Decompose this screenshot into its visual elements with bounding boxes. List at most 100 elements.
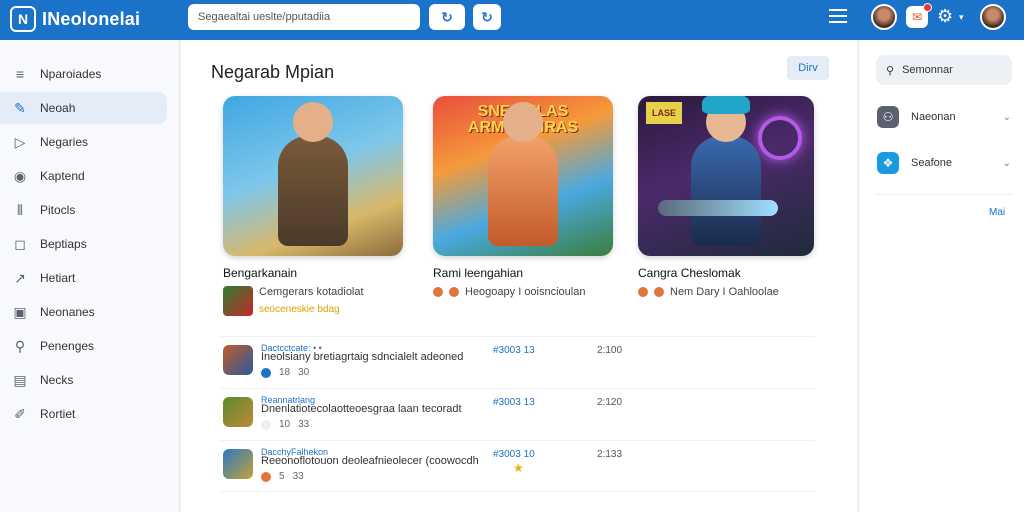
tag-link[interactable]: #3003 13 — [493, 397, 535, 408]
rating-dot-icon — [654, 287, 664, 297]
count-a: 10 — [279, 419, 291, 430]
dropdown-label: Dirv — [798, 62, 818, 74]
rating-dot-icon — [449, 287, 459, 297]
sidebar-item-9[interactable]: ▤ Necks — [0, 364, 167, 396]
card-meta-text: Heogoapy I ooisncioulan — [465, 286, 586, 298]
game-thumbnail — [223, 449, 253, 479]
panel-search-label: Semonnar — [902, 64, 953, 76]
list-item[interactable]: DacchyFalhekon Reeonoflotouon deoleafnie… — [221, 440, 815, 492]
divider — [875, 194, 1013, 195]
chat-bubble-icon: ❖ — [877, 152, 899, 174]
game-card[interactable]: LASE Cangra Cheslomak Nem Dary I Oahlool… — [638, 96, 814, 298]
sidebar-item-label: Pitocls — [40, 203, 76, 217]
search-icon: ⚲ — [14, 337, 26, 354]
avatar[interactable] — [871, 4, 897, 30]
game-card[interactable]: SNESEILAS ARMINEMRAS Rami leengahian Heo… — [433, 96, 613, 298]
dropdown-button[interactable]: Dirv — [787, 56, 829, 80]
game-thumbnail — [223, 397, 253, 427]
sidebar-item-4[interactable]: ⫴ Pitocls — [0, 194, 167, 226]
bars-icon: ⫴ — [17, 201, 23, 218]
card-title: Bengarkanain — [223, 266, 298, 280]
count-b: 30 — [298, 367, 310, 378]
rating-dot-icon — [261, 471, 271, 482]
list-item-meta: 10 33 — [261, 419, 309, 430]
refresh-button[interactable]: ↻ — [429, 4, 465, 30]
chevron-down-icon: ⌄ — [1002, 111, 1011, 123]
timestamp: 2:100 — [597, 345, 623, 356]
sync-button[interactable]: ↻ — [473, 4, 501, 30]
sidebar: ≡ Nparoiades ✎ Neoah ▷ Negaries ◉ Kapten… — [0, 40, 180, 512]
sidebar-item-6[interactable]: ↗ Hetiart — [0, 262, 167, 294]
game-thumbnail — [223, 286, 253, 316]
card-meta: Cemgerars kotadiolat seoceneskie bdag — [223, 286, 403, 316]
card-meta: Heogoapy I ooisncioulan — [433, 286, 613, 298]
logo-mark-icon: N — [10, 6, 36, 32]
sidebar-item-label: Necks — [40, 373, 74, 387]
sidebar-item-10[interactable]: ✐ Rortiet — [0, 398, 167, 430]
gear-icon[interactable]: ⚙ — [937, 6, 953, 27]
list-item-desc: Dnenlatiotecolaotteoesgraa laan tecoradt — [261, 403, 462, 415]
sidebar-item-label: Neonanes — [40, 305, 95, 319]
panel-search-input[interactable]: ⚲ Semonnar — [876, 55, 1012, 85]
list-item[interactable]: Reannatrlang Dnenlatiotecolaotteoesgraa … — [221, 388, 815, 440]
sidebar-item-label: Rortiet — [40, 407, 76, 421]
character-illustration — [278, 102, 348, 246]
user-avatar[interactable] — [980, 4, 1006, 30]
square-icon: ◻ — [14, 235, 26, 252]
count-a: 5 — [279, 471, 285, 482]
circle-icon: ◉ — [13, 167, 27, 184]
rating-dot-icon — [638, 287, 648, 297]
app-logo[interactable]: N INeolonelai — [10, 6, 140, 32]
notification-icon[interactable]: ✉ — [906, 3, 932, 28]
panel-item-label: Naeonan — [911, 111, 956, 123]
list-item[interactable]: Dactcctcate: • • Ineolsiany bretiagrtaig… — [221, 336, 815, 388]
count-b: 33 — [292, 471, 304, 482]
search-value: Segaealtai ueslte/pputadiia — [198, 11, 331, 23]
more-link[interactable]: Mai — [989, 207, 1005, 218]
chat-icon — [261, 419, 271, 430]
game-art-image[interactable] — [223, 96, 403, 256]
game-card[interactable]: Bengarkanain Cemgerars kotadiolat seocen… — [223, 96, 403, 316]
box-icon: ▣ — [13, 303, 27, 320]
card-meta: Nem Dary I Oahloolae — [638, 286, 814, 298]
sidebar-item-7[interactable]: ▣ Neonanes — [0, 296, 167, 328]
timestamp: 2:120 — [597, 397, 623, 408]
people-icon: ⚇ — [877, 106, 899, 128]
sidebar-item-label: Hetiart — [40, 271, 76, 285]
panel-item[interactable]: ⚇ Naeonan ⌄ — [877, 105, 1011, 129]
sidebar-item-0[interactable]: ≡ Nparoiades — [0, 58, 167, 90]
star-icon[interactable]: ★ — [513, 461, 524, 475]
weapon-illustration — [658, 200, 778, 216]
panel-item-label: Seafone — [911, 157, 952, 169]
game-logo: LASE — [646, 102, 682, 124]
list-item-desc: Reeonoflotouon deoleafnieolecer (coowocd… — [261, 455, 479, 467]
character-illustration — [488, 102, 558, 246]
sidebar-item-8[interactable]: ⚲ Penenges — [0, 330, 167, 362]
chevron-down-icon: ⌄ — [1002, 157, 1011, 169]
list-icon: ≡ — [15, 66, 25, 82]
panel-item[interactable]: ❖ Seafone ⌄ — [877, 151, 1011, 175]
chevron-down-icon[interactable]: ▾ — [959, 12, 964, 23]
tag-link[interactable]: #3003 13 — [493, 345, 535, 356]
sidebar-item-label: Negaries — [40, 135, 89, 149]
card-title: Rami leengahian — [433, 266, 524, 280]
sidebar-item-label: Penenges — [40, 339, 95, 353]
count-b: 33 — [298, 419, 310, 430]
sidebar-item-5[interactable]: ◻ Beptiaps — [0, 228, 167, 260]
game-art-image[interactable]: LASE — [638, 96, 814, 256]
menu-icon[interactable] — [829, 9, 847, 23]
game-art-image[interactable]: SNESEILAS ARMINEMRAS — [433, 96, 613, 256]
sidebar-item-2[interactable]: ▷ Negaries — [0, 126, 167, 158]
search-input[interactable]: Segaealtai ueslte/pputadiia — [188, 4, 420, 30]
game-thumbnail — [223, 345, 253, 375]
character-illustration — [691, 96, 761, 246]
list-item-meta: 18 30 — [261, 367, 309, 378]
page-title: Negarab Mpian — [211, 62, 335, 82]
sync-icon: ↻ — [481, 8, 493, 25]
refresh-icon: ↻ — [441, 8, 453, 25]
sidebar-item-3[interactable]: ◉ Kaptend — [0, 160, 167, 192]
tag-link[interactable]: #3003 10 — [493, 449, 535, 460]
pencil-icon: ✐ — [14, 405, 26, 422]
sidebar-item-1[interactable]: ✎ Neoah — [0, 92, 167, 124]
energy-effect — [758, 116, 802, 160]
